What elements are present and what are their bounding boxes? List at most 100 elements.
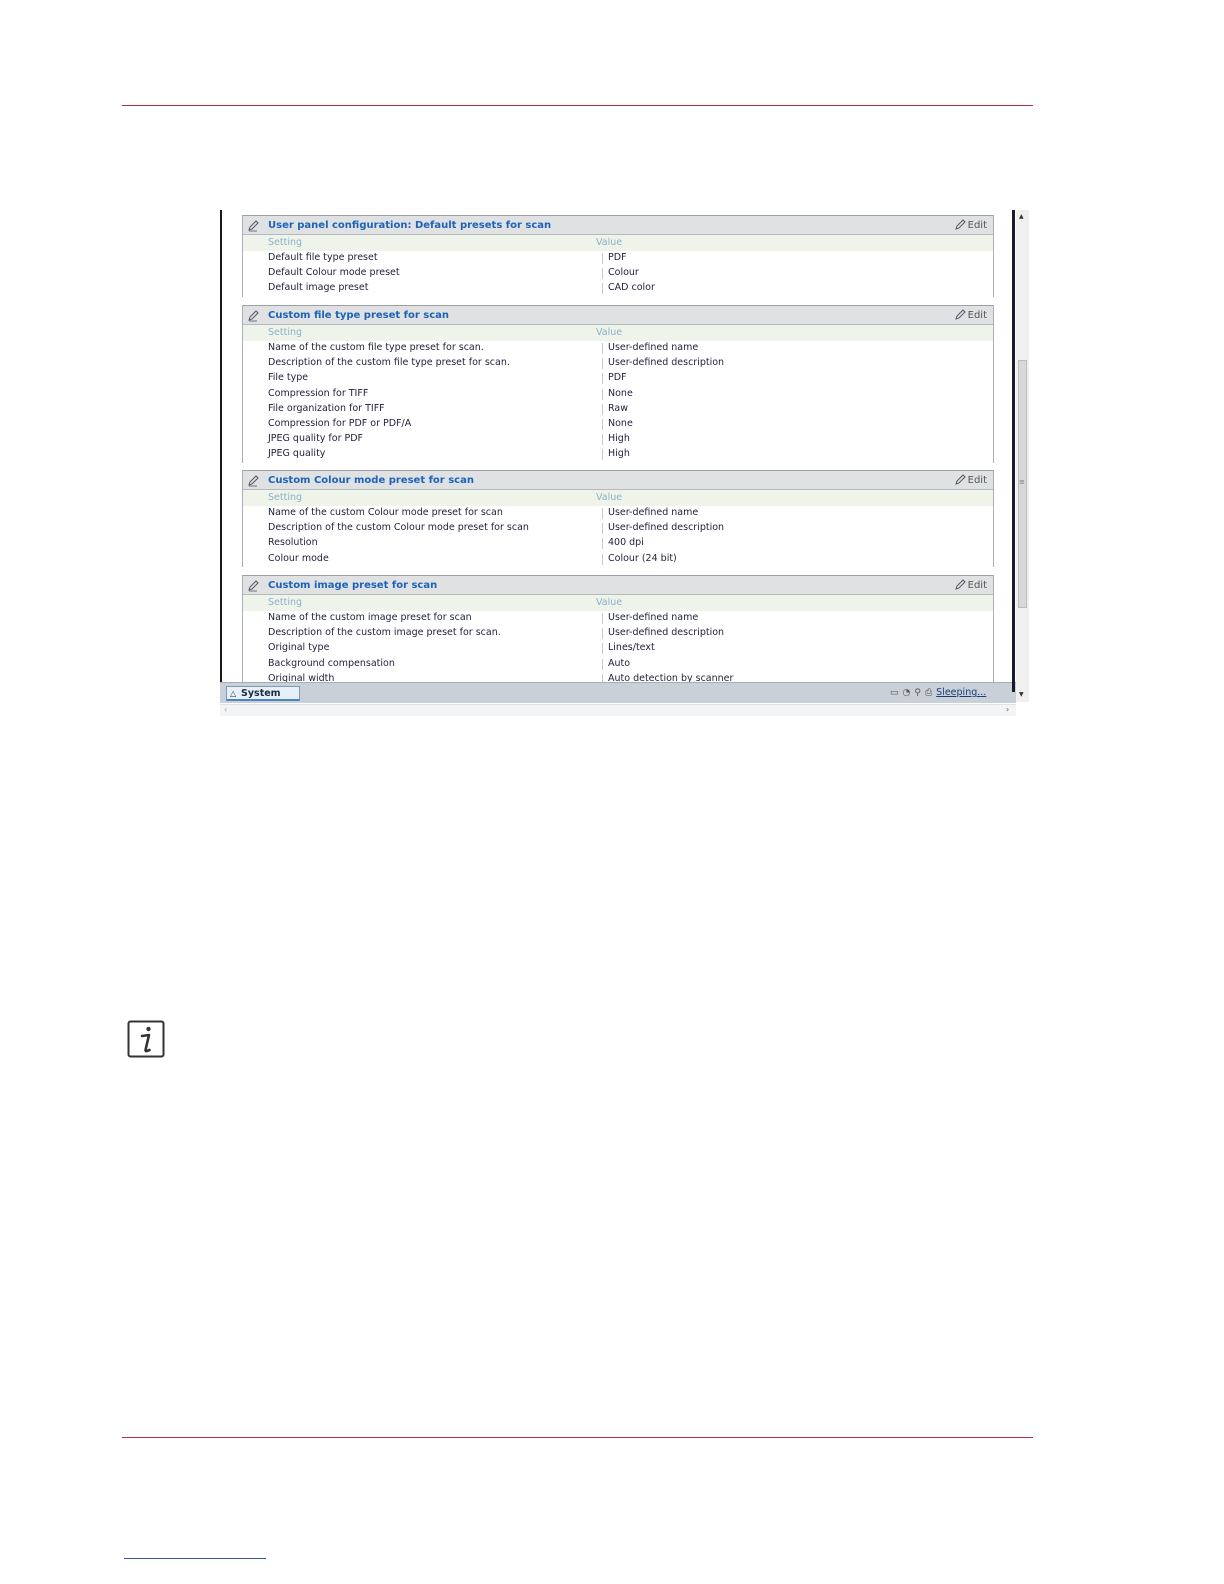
section-title: Custom file type preset for scan [268,310,450,321]
setting-value: Auto [601,657,631,670]
system-tab-label: System [241,688,281,699]
pencil-icon[interactable] [247,219,260,232]
edit-button[interactable]: Edit [954,219,987,231]
setting-value: None [602,417,633,430]
info-note-icon [127,1020,165,1058]
footer-rule [122,1437,1033,1438]
setting-value: 400 dpi [602,537,644,550]
table-row: Name of the custom image preset for scan… [243,611,993,626]
pencil-icon [954,474,966,485]
setting-value: High [602,448,630,461]
column-header-row: Setting Value [243,325,993,341]
setting-value: Raw [602,402,628,415]
column-header-row: Setting Value [243,235,993,251]
screenshot-panel: User panel configuration: Default preset… [220,210,1029,716]
status-area: ▭ ◔ ⚲ ⎙ Sleeping... [890,687,986,698]
setting-name: Original type [268,642,330,654]
setting-value: PDF [602,372,627,385]
setting-value: CAD color [602,282,655,295]
setting-name: File organization for TIFF [268,402,385,414]
window-edge-left [220,210,222,684]
printer-icon[interactable]: ⎙ [925,688,932,698]
table-row: Description of the custom Colour mode pr… [243,521,993,536]
section-default-presets: User panel configuration: Default preset… [242,215,994,297]
pencil-icon[interactable] [247,579,260,592]
setting-value: User-defined name [601,507,699,519]
setting-name: Default file type preset [268,252,378,263]
triangle-up-icon: △ [230,689,237,698]
value-column-header: Value [596,327,623,338]
setting-value: None [602,387,633,400]
table-row: Compression for TIFF None [243,387,993,402]
footer-link-underline [124,1558,266,1559]
setting-value: User-defined description [601,627,725,640]
status-bar: △ System ▭ ◔ ⚲ ⎙ Sleeping... [220,682,1016,703]
setting-name: File type [268,372,309,384]
setting-value: Colour (24 bit) [602,552,677,565]
setting-name: Default Colour mode preset [268,267,400,279]
setting-column-header: Setting [268,327,303,338]
section-header: User panel configuration: Default preset… [243,215,993,235]
header-rule [122,105,1033,106]
setting-value: User-defined description [601,522,725,535]
setting-value: User-defined name [601,342,699,354]
table-row: JPEG quality High [243,447,993,462]
setting-name: JPEG quality [268,448,326,460]
table-row: File type PDF [243,371,993,386]
table-row: Default file type preset PDF [243,251,993,266]
table-row: Default Colour mode preset Colour [243,266,993,281]
table-row: Default image preset CAD color [243,281,993,296]
section-header: Custom Colour mode preset for scan Edit [243,470,993,490]
scroll-right-arrow-icon[interactable]: › [1006,705,1009,714]
table-row: File organization for TIFF Raw [243,402,993,417]
window-edge-right [1012,210,1015,692]
pencil-icon[interactable] [247,474,260,487]
setting-name: Name of the custom file type preset for … [268,342,484,353]
edit-label: Edit [967,310,987,321]
edit-button[interactable]: Edit [954,474,987,486]
section-header: Custom file type preset for scan Edit [243,305,993,325]
sleeping-status-link[interactable]: Sleeping... [936,687,986,698]
setting-value: PDF [602,252,627,264]
pencil-icon[interactable] [247,309,260,322]
table-row: Original type Lines/text [243,641,993,656]
grip-icon: ≡ [1019,478,1025,486]
table-row: Compression for PDF or PDF/A None [243,417,993,432]
setting-name: Background compensation [268,657,395,669]
queue-icon[interactable]: ▭ [890,688,899,698]
scroll-left-arrow-icon[interactable]: ‹ [224,705,227,714]
edit-button[interactable]: Edit [954,309,987,321]
scroll-down-arrow-icon[interactable]: ▼ [1019,691,1024,698]
setting-column-header: Setting [268,237,303,248]
table-row: Colour mode Colour (24 bit) [243,552,993,567]
horizontal-scrollbar[interactable]: ‹ › [220,704,1016,716]
column-header-row: Setting Value [243,595,993,611]
section-header: Custom image preset for scan Edit [243,575,993,595]
pencil-icon [954,309,966,320]
system-tab[interactable]: △ System [226,686,300,701]
alert-icon[interactable]: ◔ [903,688,911,698]
value-column-header: Value [596,492,623,503]
pencil-icon [954,579,966,590]
section-custom-image-preset: Custom image preset for scan Edit Settin… [242,575,994,685]
setting-name: Description of the custom Colour mode pr… [268,522,529,534]
edit-label: Edit [967,580,987,591]
table-row: Name of the custom Colour mode preset fo… [243,506,993,521]
pencil-icon [954,219,966,230]
section-custom-file-type: Custom file type preset for scan Edit Se… [242,305,994,463]
table-row: Description of the custom image preset f… [243,626,993,641]
section-title: Custom Colour mode preset for scan [268,475,474,486]
setting-name: Description of the custom image preset f… [268,627,501,639]
setting-name: Default image preset [268,282,369,294]
section-custom-colour-mode: Custom Colour mode preset for scan Edit … [242,470,994,567]
scroll-up-arrow-icon[interactable]: ▲ [1019,213,1024,220]
setting-name: JPEG quality for PDF [268,433,364,445]
edit-button[interactable]: Edit [954,579,987,591]
setting-name: Name of the custom Colour mode preset fo… [268,507,503,518]
setting-value: User-defined description [601,357,725,370]
table-row: JPEG quality for PDF High [243,432,993,447]
vertical-scrollbar[interactable]: ▲ ≡ ▼ [1016,210,1029,702]
setting-name: Compression for PDF or PDF/A [268,417,412,429]
section-title: User panel configuration: Default preset… [268,220,552,231]
network-icon[interactable]: ⚲ [914,688,921,698]
